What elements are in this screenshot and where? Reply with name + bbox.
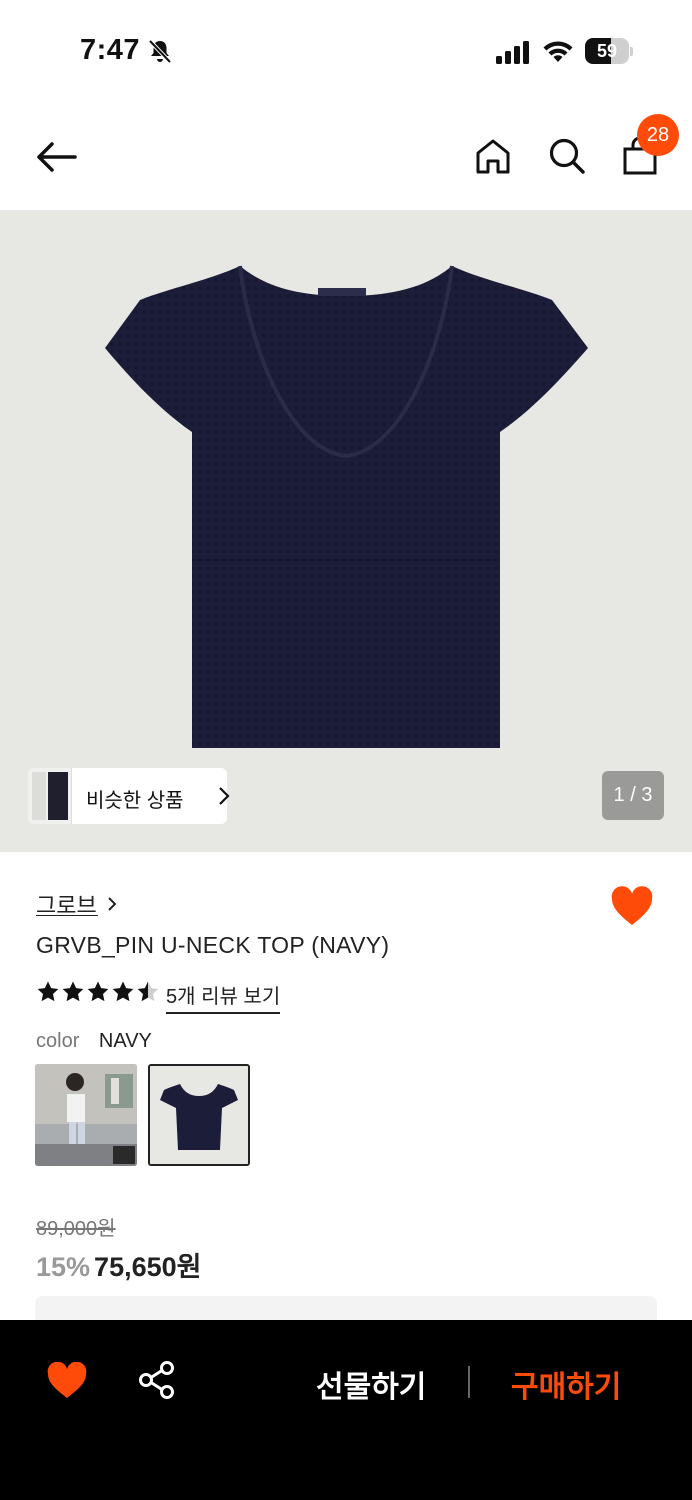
wifi-icon — [543, 41, 573, 62]
gift-button[interactable]: 선물하기 — [316, 1362, 426, 1406]
share-icon[interactable] — [137, 1360, 177, 1400]
original-price: 89,000원 — [36, 1218, 116, 1240]
heart-icon[interactable] — [46, 1362, 88, 1400]
brand-underline — [36, 915, 98, 916]
buy-button[interactable]: 구매하기 — [511, 1362, 621, 1406]
star-icon — [137, 981, 159, 1002]
bottom-action-bar: 선물하기 구매하기 — [0, 1320, 692, 1500]
similar-products-label: 비슷한 상품 — [86, 790, 184, 812]
star-icon — [62, 981, 84, 1002]
color-option-row: color NAVY — [36, 1030, 152, 1053]
review-link[interactable]: 5개 리뷰 보기 — [166, 980, 281, 1014]
star-icon — [37, 981, 59, 1002]
bell-muted-icon — [148, 39, 172, 64]
image-page-indicator: 1 / 3 — [602, 771, 664, 820]
star-icon — [112, 981, 134, 1002]
cellular-signal-icon — [496, 41, 529, 64]
status-time: 7:47 — [80, 34, 141, 66]
product-name: GRVB_PIN U-NECK TOP (NAVY) — [36, 932, 390, 958]
chevron-right-icon — [219, 787, 230, 805]
home-icon — [476, 139, 510, 174]
color-swatch-navy[interactable] — [148, 1064, 250, 1166]
cart-count-badge: 28 — [637, 114, 679, 156]
discount-rate: 15% — [36, 1252, 91, 1282]
search-button[interactable] — [544, 133, 590, 179]
color-value: NAVY — [98, 1030, 152, 1052]
divider — [468, 1366, 470, 1398]
color-swatch-model-photo[interactable] — [35, 1064, 137, 1166]
product-image-carousel[interactable]: 비슷한 상품 1 / 3 — [0, 210, 692, 852]
similar-products-button[interactable]: 비슷한 상품 — [28, 768, 230, 824]
back-button[interactable] — [30, 135, 82, 179]
home-button[interactable] — [470, 133, 516, 179]
battery-indicator: 59 — [585, 38, 633, 64]
rating-stars — [36, 980, 160, 1004]
status-bar: 7:47 59 — [0, 0, 692, 100]
product-photo — [105, 265, 588, 748]
top-navigation: 28 — [0, 100, 692, 210]
arrow-left-icon — [37, 142, 77, 172]
heart-icon[interactable] — [610, 886, 654, 928]
color-label: color — [36, 1030, 80, 1052]
price-row: 15% 75,650원 — [36, 1245, 201, 1284]
similar-thumbnail — [28, 768, 72, 824]
sale-price: 75,650원 — [94, 1252, 202, 1282]
battery-level: 59 — [596, 41, 618, 61]
star-icon — [87, 981, 109, 1002]
search-icon — [549, 138, 585, 174]
chevron-right-icon — [108, 897, 117, 911]
